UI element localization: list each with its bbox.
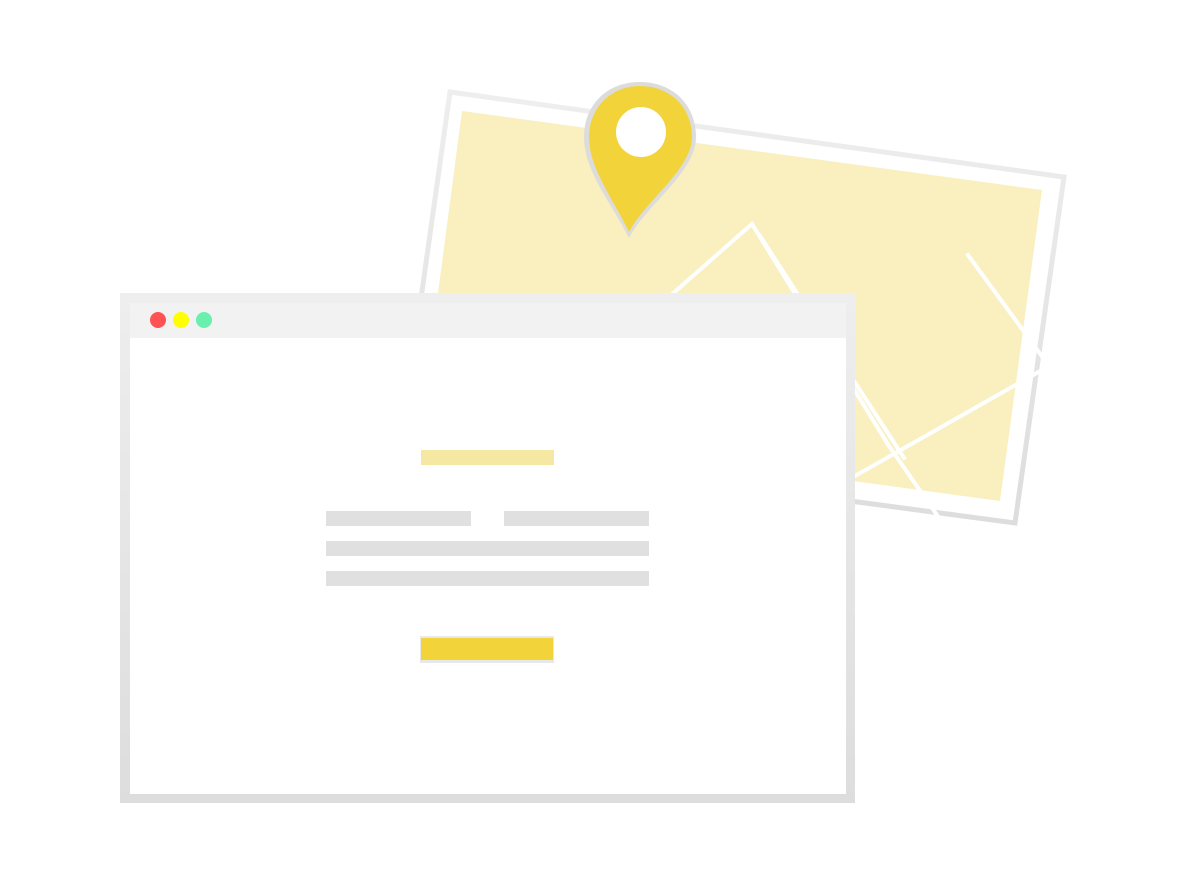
content-button-placeholder-fill [421, 638, 553, 660]
browser-content-area [130, 338, 846, 794]
content-line-placeholder-full-2 [326, 571, 649, 586]
browser-titlebar [130, 303, 846, 338]
content-line-placeholder-full-1 [326, 541, 649, 556]
content-line-placeholder-left [326, 511, 471, 526]
location-pin-hole [616, 107, 666, 157]
window-close-control[interactable] [150, 312, 166, 328]
content-title-placeholder [421, 450, 554, 465]
window-minimize-control[interactable] [173, 312, 189, 328]
illustration-scene [0, 0, 1185, 883]
content-line-placeholder-right [504, 511, 649, 526]
window-maximize-control[interactable] [196, 312, 212, 328]
browser-window [120, 293, 855, 803]
illustration-svg [120, 82, 1067, 803]
